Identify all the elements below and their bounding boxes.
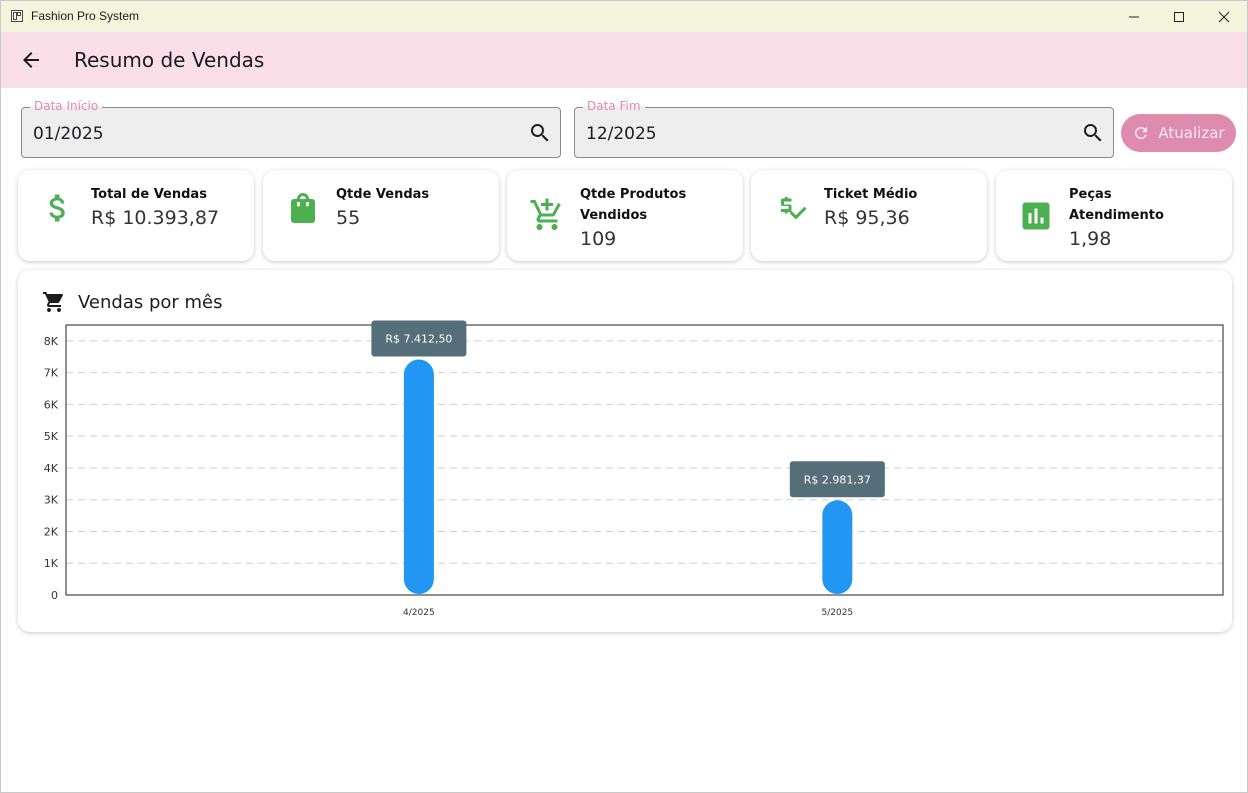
end-date-field[interactable]: Data Fim 12/2025	[574, 99, 1114, 158]
y-tick-label: 8K	[44, 335, 59, 348]
app-bar: Resumo de Vendas	[1, 32, 1247, 88]
x-tick-label: 5/2025	[821, 608, 853, 618]
sales-bar-chart: 0 1K 2K 3K 4K 5K 6K 7K 8K 4/2025 R$ 7.412,50 5/2025…	[44, 320, 1224, 618]
y-tick-label: 2K	[44, 525, 59, 538]
pieces-per-service-label: Peças Atendimento	[1069, 184, 1164, 226]
price-check-icon	[781, 197, 807, 220]
pieces-per-service-card: Peças Atendimento 1,98	[996, 170, 1232, 261]
bar-chart-icon	[1022, 202, 1050, 230]
sales-count-label: Qtde Vendas	[336, 187, 430, 202]
y-tick-label: 5K	[44, 430, 59, 443]
bar	[822, 500, 853, 594]
pieces-per-service-label-line1: Peças	[1069, 187, 1112, 202]
avg-ticket-card: Ticket Médio R$ 95,36	[751, 170, 987, 261]
close-icon	[1218, 11, 1230, 22]
start-date-label: Data Início	[30, 99, 103, 113]
products-sold-label-line1: Qtde Produtos	[580, 187, 687, 202]
y-tick-label: 0	[51, 589, 58, 602]
app-logo-icon	[11, 10, 23, 22]
shopping-bag-icon	[291, 193, 315, 223]
pieces-per-service-label-line2: Atendimento	[1069, 208, 1164, 223]
products-sold-label-line2: Vendidos	[580, 208, 648, 223]
window-title: Fashion Pro System	[31, 9, 140, 23]
close-button[interactable]	[1201, 1, 1247, 32]
total-sales-card: Total de Vendas R$ 10.393,87	[18, 170, 254, 261]
products-sold-value: 109	[580, 228, 617, 250]
bar-value-label: R$ 7.412,50	[385, 333, 452, 346]
products-sold-label: Qtde Produtos Vendidos	[580, 184, 686, 226]
avg-ticket-label: Ticket Médio	[824, 187, 918, 202]
end-date-value[interactable]: 12/2025	[586, 124, 657, 144]
sales-count-card: Qtde Vendas 55	[263, 170, 499, 261]
refresh-button[interactable]: Atualizar	[1121, 114, 1236, 152]
maximize-icon	[1174, 11, 1184, 22]
refresh-label: Atualizar	[1158, 124, 1225, 142]
bar	[403, 359, 434, 594]
products-sold-card: Qtde Produtos Vendidos 109	[507, 170, 743, 261]
title-bar: Fashion Pro System	[1, 1, 1247, 32]
back-button[interactable]	[11, 40, 51, 80]
y-tick-label: 4K	[44, 462, 59, 475]
arrow-back-icon	[23, 52, 39, 68]
end-date-label: Data Fim	[583, 99, 645, 113]
plot-border	[65, 324, 1224, 596]
y-tick-label: 6K	[44, 398, 59, 411]
bar-value-label: R$ 2.981,37	[804, 473, 871, 486]
app-window: Fashion Pro System Resumo de Vendas Data…	[0, 0, 1248, 793]
search-icon[interactable]	[528, 121, 552, 145]
total-sales-value: R$ 10.393,87	[91, 207, 220, 229]
cart-add-icon	[530, 198, 561, 230]
page-title: Resumo de Vendas	[74, 48, 265, 72]
x-tick-label: 4/2025	[403, 608, 435, 618]
maximize-button[interactable]	[1156, 1, 1202, 32]
start-date-value[interactable]: 01/2025	[33, 124, 104, 144]
pieces-per-service-value: 1,98	[1069, 228, 1112, 250]
y-tick-label: 3K	[44, 494, 59, 507]
search-icon[interactable]	[1081, 121, 1105, 145]
y-tick-label: 1K	[44, 557, 59, 570]
sales-by-month-card: Vendas por mês 0 1K 2K 3K 4K 5K 6K 7K 8K 4/2025 R$…	[18, 270, 1232, 632]
refresh-icon	[1135, 126, 1148, 139]
minimize-button[interactable]	[1111, 1, 1157, 32]
avg-ticket-value: R$ 95,36	[824, 207, 910, 229]
minimize-icon	[1129, 16, 1139, 17]
dollar-icon	[49, 194, 65, 222]
y-tick-label: 7K	[44, 367, 59, 380]
sales-count-value: 55	[336, 207, 361, 229]
total-sales-label: Total de Vendas	[91, 187, 207, 202]
start-date-field[interactable]: Data Início 01/2025	[21, 99, 561, 158]
